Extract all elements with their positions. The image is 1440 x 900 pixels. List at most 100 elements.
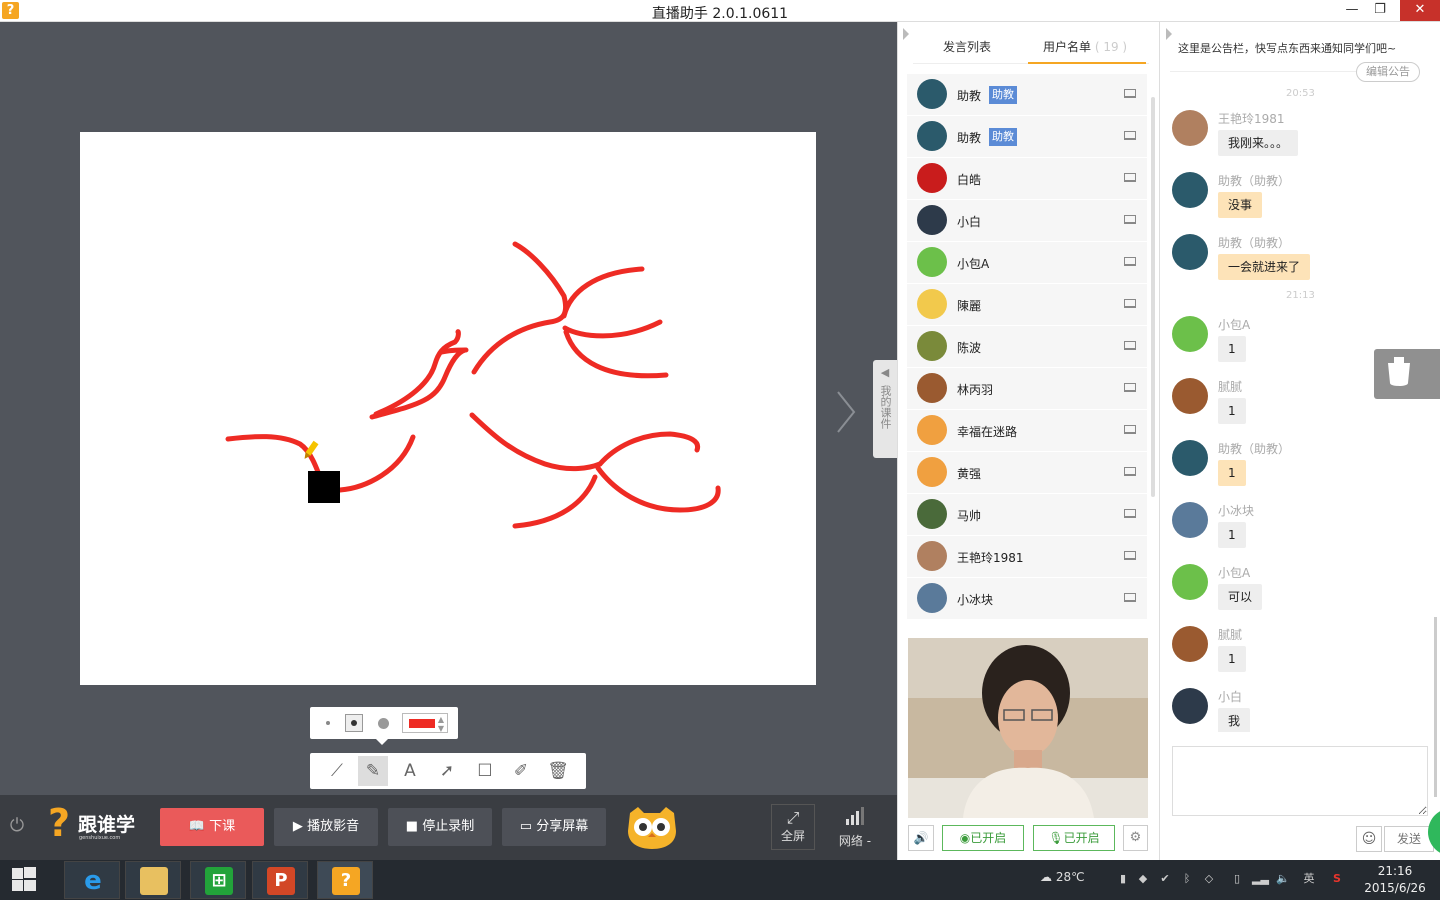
graduation-cap-avatar-icon[interactable]: [1172, 316, 1208, 352]
user-row[interactable]: 助教 助教: [907, 74, 1147, 116]
user-row[interactable]: 马帅: [907, 494, 1147, 536]
pen-color-select[interactable]: ▲ ▼: [402, 713, 448, 733]
line-tool-icon[interactable]: ⟋: [322, 756, 352, 786]
user-row[interactable]: 黄强: [907, 452, 1147, 494]
arrow-tool-icon[interactable]: ➚: [432, 756, 462, 786]
chat-timestamp: 21:13: [1286, 290, 1315, 301]
camera-toggle-button[interactable]: ◉已开启: [942, 825, 1024, 851]
internet-explorer-icon[interactable]: e: [64, 861, 120, 899]
snowflake-avatar-icon[interactable]: [1172, 440, 1208, 476]
monitor-icon[interactable]: [1124, 341, 1136, 350]
bluetooth-icon[interactable]: ᛒ: [1180, 872, 1194, 886]
security-icon[interactable]: ✔: [1158, 872, 1172, 886]
eraser-tool-icon[interactable]: ✐: [506, 756, 536, 786]
next-page-chevron-icon[interactable]: [830, 387, 860, 437]
owl-mascot-icon[interactable]: [626, 805, 678, 849]
monitor-icon[interactable]: [1124, 383, 1136, 392]
file-explorer-icon[interactable]: [125, 861, 181, 899]
message-bubble: 可以: [1218, 584, 1263, 610]
user-row[interactable]: 白皓: [907, 158, 1147, 200]
monitor-icon[interactable]: [1124, 467, 1136, 476]
photo-avatar-icon[interactable]: [1172, 378, 1208, 414]
photo-avatar-icon[interactable]: [1172, 626, 1208, 662]
role-badge: 助教: [989, 128, 1017, 146]
calculator-avatar-icon: [917, 205, 947, 235]
minimize-button[interactable]: —: [1338, 0, 1366, 21]
user-row[interactable]: 小包A: [907, 242, 1147, 284]
sogou-input-icon[interactable]: S: [1330, 872, 1344, 886]
rectangle-tool-icon[interactable]: ☐: [470, 756, 500, 786]
powerpoint-icon[interactable]: P: [252, 861, 308, 899]
windows-start-icon[interactable]: [0, 860, 48, 900]
share-screen-button[interactable]: ▭ 分享屏幕: [502, 808, 606, 846]
user-row[interactable]: 幸福在迷路: [907, 410, 1147, 452]
restore-button[interactable]: ❐: [1366, 0, 1394, 21]
stroke: [562, 319, 663, 339]
signal-bars-icon: [846, 807, 864, 825]
edit-notice-button[interactable]: 编辑公告: [1356, 62, 1420, 82]
user-row[interactable]: 小白: [907, 200, 1147, 242]
usb-device-icon[interactable]: ▮: [1116, 872, 1130, 886]
user-row[interactable]: 王艳玲1981: [907, 536, 1147, 578]
user-row[interactable]: 助教 助教: [907, 116, 1147, 158]
battery-icon[interactable]: ▯: [1230, 872, 1244, 886]
floating-upload-button[interactable]: [1374, 349, 1440, 399]
monitor-icon[interactable]: [1124, 551, 1136, 560]
tab-chat-list[interactable]: 发言列表: [943, 38, 991, 55]
monitor-icon[interactable]: [1124, 173, 1136, 182]
message-sender: 小包A: [1218, 318, 1251, 332]
power-icon[interactable]: ⏻: [6, 815, 28, 837]
photo-avatar-icon[interactable]: [1172, 110, 1208, 146]
ime-indicator[interactable]: 英: [1302, 872, 1316, 886]
collapse-arrow-icon[interactable]: [903, 28, 909, 40]
snowflake-avatar-icon[interactable]: [1172, 234, 1208, 270]
weather-widget[interactable]: ☁ 28℃: [1040, 870, 1085, 884]
settings-gear-icon[interactable]: ⚙: [1123, 825, 1148, 851]
delete-tool-icon[interactable]: 🗑: [543, 756, 573, 786]
calculator-avatar-icon[interactable]: [1172, 688, 1208, 724]
emoji-icon[interactable]: ☺: [1356, 826, 1382, 852]
live-assistant-taskbar-icon[interactable]: ?: [317, 861, 373, 899]
monitor-icon[interactable]: [1124, 215, 1136, 224]
dropbox-icon[interactable]: ◇: [1202, 872, 1216, 886]
send-button[interactable]: 发送: [1384, 826, 1434, 852]
monitor-icon[interactable]: [1124, 131, 1136, 140]
chat-input[interactable]: [1172, 746, 1428, 816]
play-media-button[interactable]: ▶ 播放影音: [274, 808, 378, 846]
my-courseware-tab[interactable]: ◀ 我的课件: [873, 360, 897, 458]
monitor-icon[interactable]: [1124, 89, 1136, 98]
monitor-icon[interactable]: [1124, 299, 1136, 308]
mic-toggle-button[interactable]: 🎙已开启: [1033, 825, 1115, 851]
stop-record-button[interactable]: ■ 停止录制: [388, 808, 492, 846]
user-row[interactable]: 陈波: [907, 326, 1147, 368]
user-row[interactable]: 小冰块: [907, 578, 1147, 620]
user-row[interactable]: 林丙羽: [907, 368, 1147, 410]
pen-size-small[interactable]: [326, 721, 330, 725]
monitor-icon[interactable]: [1124, 257, 1136, 266]
windows-store-icon[interactable]: ⊞: [190, 861, 246, 899]
fullscreen-button[interactable]: ⤢ 全屏: [771, 804, 815, 850]
collapse-arrow-icon[interactable]: [1166, 28, 1172, 40]
text-tool-icon[interactable]: A: [395, 756, 425, 786]
tab-user-list[interactable]: 用户名单 ( 19 ): [1043, 38, 1127, 55]
snowflake-avatar-icon[interactable]: [1172, 172, 1208, 208]
taskbar-clock[interactable]: 21:16 2015/6/26: [1360, 863, 1430, 897]
close-button[interactable]: ✕: [1400, 0, 1440, 21]
user-row[interactable]: 陳麗: [907, 284, 1147, 326]
pen-size-large[interactable]: [378, 718, 389, 729]
pencil-tool-icon[interactable]: ✎: [358, 756, 388, 786]
monitor-icon[interactable]: [1124, 425, 1136, 434]
graduation-cap-avatar-icon[interactable]: [1172, 564, 1208, 600]
end-class-button[interactable]: 📖 下课: [160, 808, 264, 846]
volume-icon[interactable]: 🔈: [1276, 872, 1290, 886]
chat-scrollbar[interactable]: [1434, 617, 1437, 797]
app-tray-icon[interactable]: ◆: [1136, 872, 1150, 886]
monitor-icon[interactable]: [1124, 593, 1136, 602]
photo-avatar-icon[interactable]: [1172, 502, 1208, 538]
speaker-icon[interactable]: 🔊: [908, 825, 934, 851]
play-media-label: 播放影音: [307, 819, 360, 834]
monitor-icon[interactable]: [1124, 509, 1136, 518]
user-list-scrollbar[interactable]: [1151, 97, 1155, 497]
whiteboard-canvas[interactable]: [80, 132, 816, 685]
wifi-signal-icon[interactable]: ▂▃: [1252, 872, 1269, 886]
